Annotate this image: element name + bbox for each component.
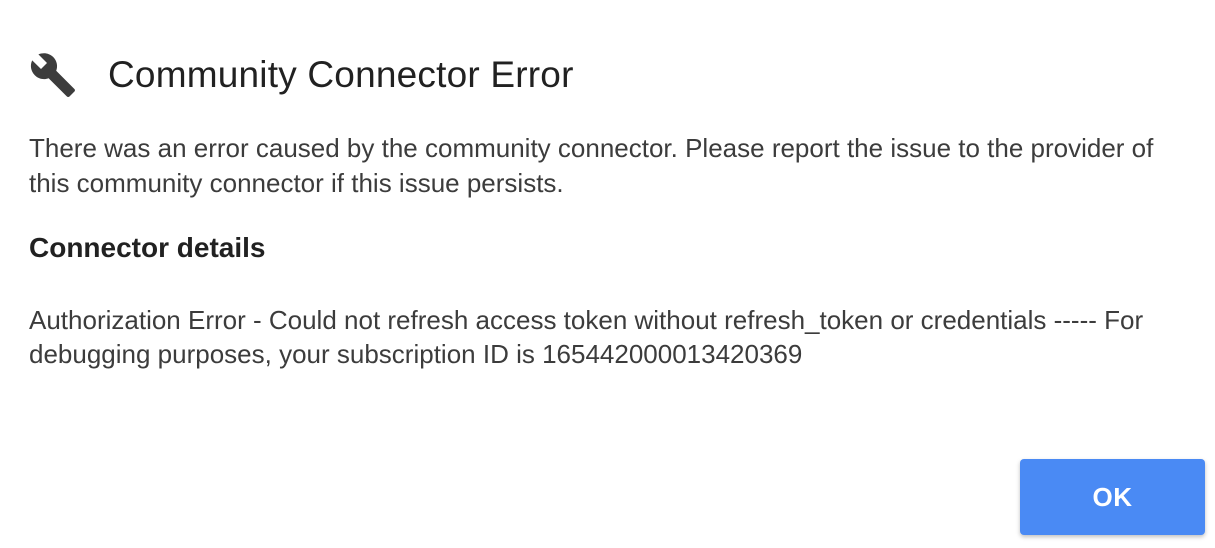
connector-details-heading: Connector details <box>29 232 266 263</box>
error-message: There was an error caused by the communi… <box>29 133 1154 198</box>
ok-button[interactable]: OK <box>1020 459 1205 535</box>
connector-details-text: Authorization Error - Could not refresh … <box>29 305 1144 369</box>
wrench-icon <box>28 50 78 100</box>
dialog-header: Community Connector Error <box>28 50 574 100</box>
error-dialog: Community Connector Error There was an e… <box>0 0 1215 548</box>
dialog-title: Community Connector Error <box>108 54 574 95</box>
